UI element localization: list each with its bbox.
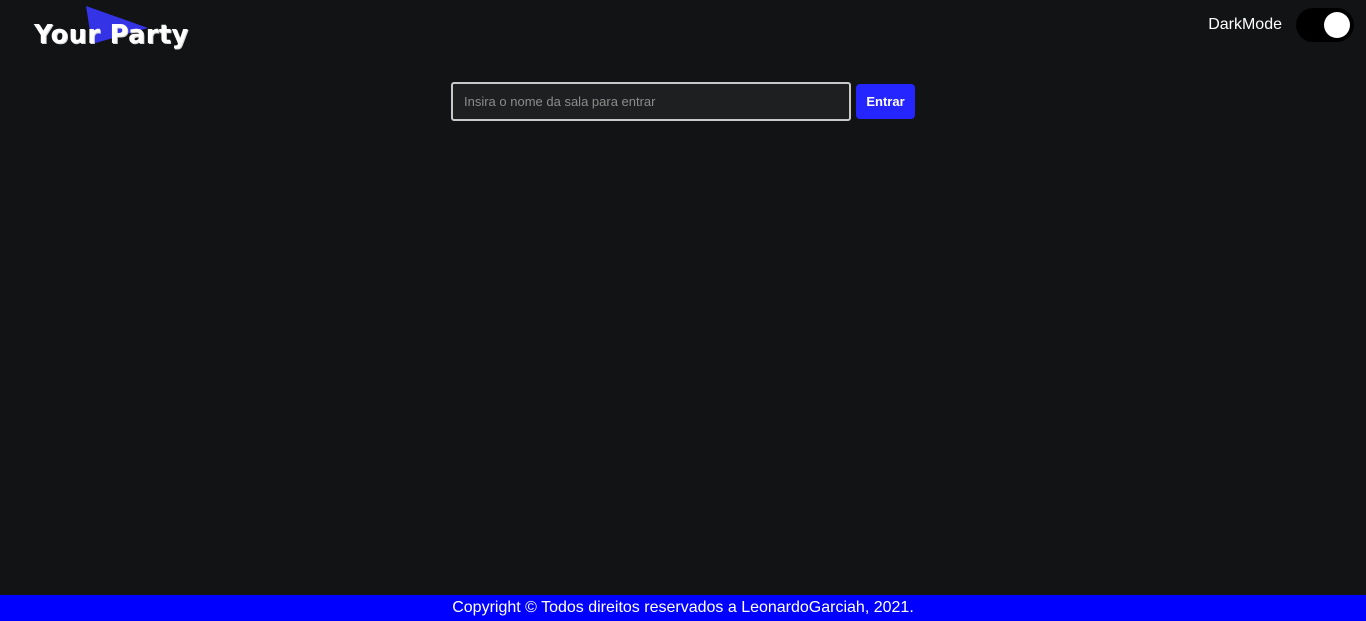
logo-text: Your Party: [34, 20, 189, 50]
footer-copyright: Copyright © Todos direitos reservados a …: [452, 599, 914, 616]
darkmode-label: DarkMode: [1208, 16, 1282, 33]
logo[interactable]: Your Party: [34, 6, 194, 52]
toggle-knob: [1324, 12, 1350, 38]
enter-button[interactable]: Entrar: [856, 84, 915, 119]
footer: Copyright © Todos direitos reservados a …: [0, 595, 1366, 621]
darkmode-toggle[interactable]: [1296, 8, 1354, 42]
room-form: Entrar: [451, 82, 915, 121]
darkmode-control: DarkMode: [1208, 8, 1354, 42]
page: Your Party DarkMode Entrar Copyright © T…: [0, 0, 1366, 621]
room-name-input[interactable]: [451, 82, 851, 121]
